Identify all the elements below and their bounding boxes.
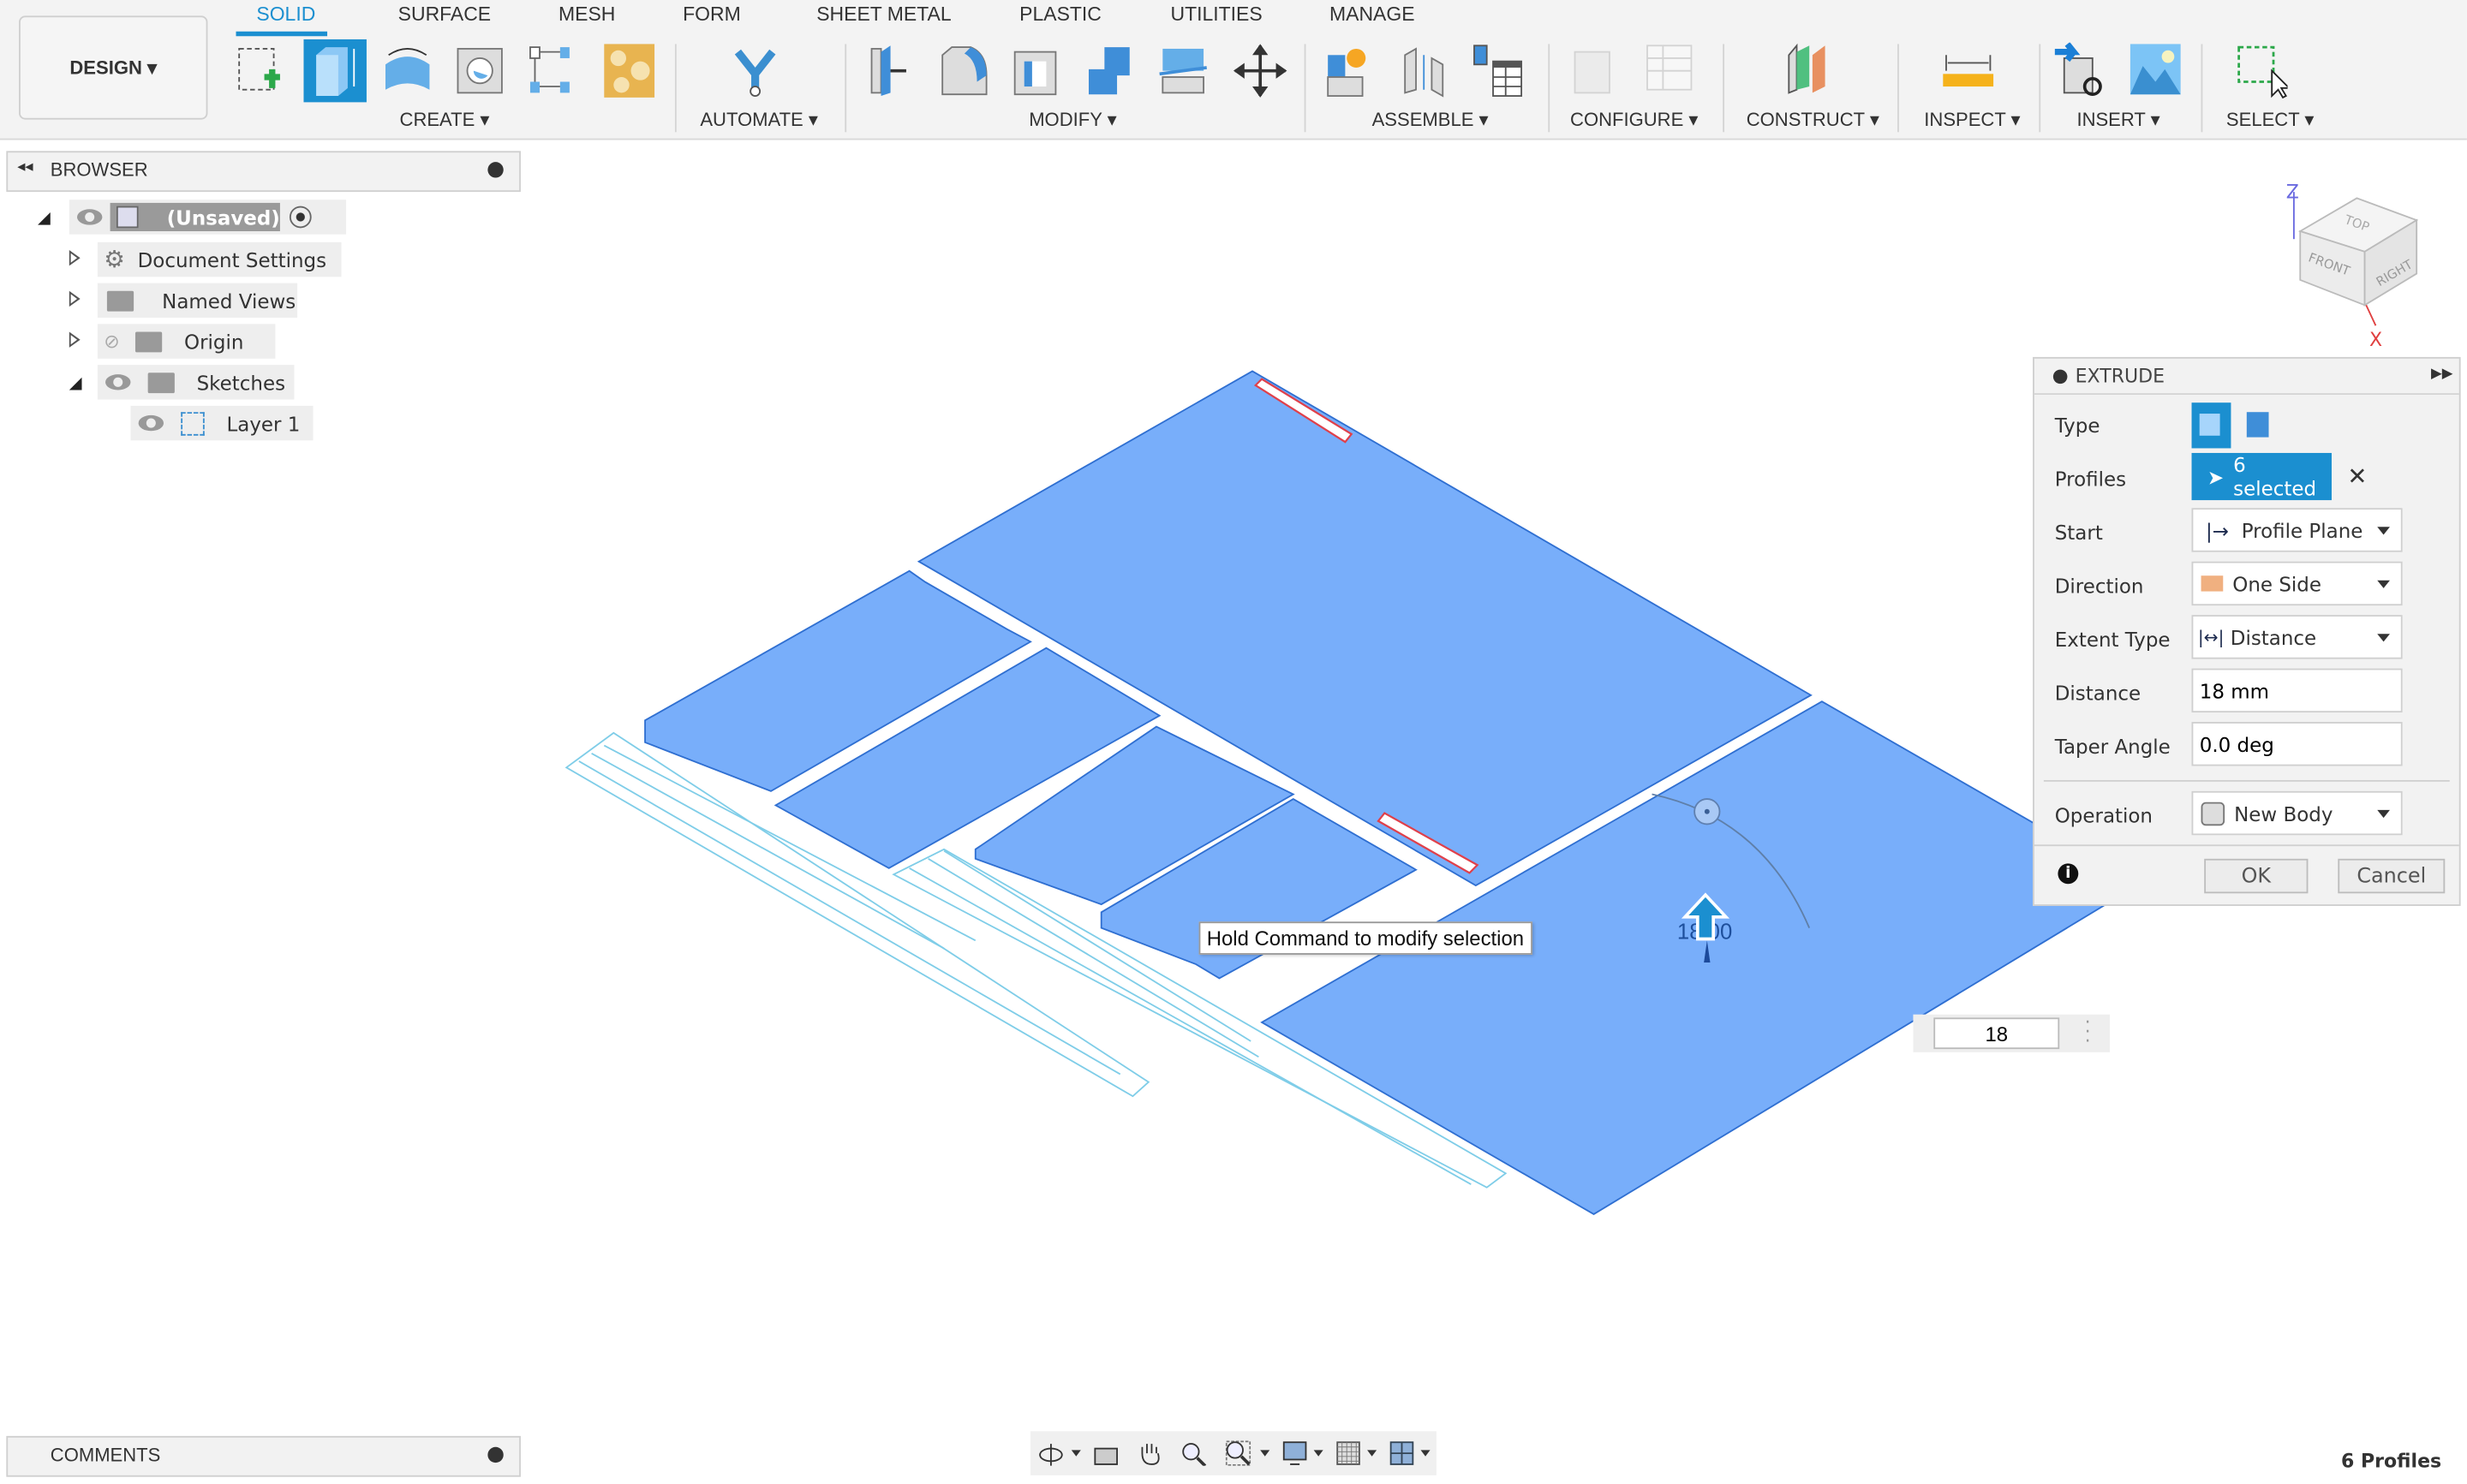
taper-angle-input[interactable] (2191, 722, 2403, 766)
extrude-distance-arrow-icon[interactable] (1681, 891, 1731, 942)
info-icon[interactable]: i (2058, 863, 2079, 885)
operation-label: Operation (2054, 803, 2153, 828)
fusion-window: DESIGN ▾ SOLID SURFACE MESH FORM SHEET M… (0, 0, 2467, 1484)
dialog-header[interactable]: EXTRUDE ▶▶ (2034, 359, 2459, 396)
add-comment-icon[interactable] (487, 1446, 504, 1463)
chevron-down-icon[interactable] (1367, 1450, 1377, 1457)
chevron-down-icon[interactable] (1071, 1450, 1081, 1457)
collapse-dialog-icon[interactable] (2052, 369, 2068, 384)
extent-type-dropdown[interactable]: |↔| Distance (2191, 615, 2403, 659)
more-options-icon[interactable]: · · · (2085, 1013, 2094, 1051)
extrude-dialog: EXTRUDE ▶▶ Type Profiles ➤ 6 selected ✕ … (2033, 356, 2461, 906)
chevron-down-icon[interactable] (1313, 1450, 1323, 1457)
start-dropdown[interactable]: |→ Profile Plane (2191, 508, 2403, 552)
type-label: Type (2054, 414, 2100, 438)
inline-distance-widget: ··· (1913, 1013, 2111, 1052)
chevron-down-icon[interactable] (1420, 1450, 1431, 1457)
distance-label: Distance (2054, 681, 2141, 705)
one-side-icon (2201, 575, 2224, 592)
direction-value: One Side (2232, 571, 2321, 596)
dialog-title: EXTRUDE (2075, 365, 2165, 387)
type-solid-button[interactable] (2191, 402, 2231, 449)
direction-label: Direction (2054, 574, 2144, 598)
viewports-icon[interactable] (1389, 1440, 1414, 1465)
profiles-label: Profiles (2054, 467, 2127, 492)
start-label: Start (2054, 520, 2103, 545)
zoom-icon[interactable] (1181, 1440, 1207, 1466)
taper-angle-label: Taper Angle (2054, 734, 2171, 759)
viewcube[interactable]: TOP FRONT RIGHT Z X (2279, 176, 2436, 349)
profiles-value: 6 selected (2233, 452, 2317, 501)
extent-type-label: Extent Type (2054, 627, 2171, 652)
orbit-icon[interactable] (1038, 1440, 1063, 1466)
look-at-icon[interactable] (1094, 1440, 1119, 1465)
profiles-selection-button[interactable]: ➤ 6 selected (2191, 452, 2332, 501)
clear-selection-icon[interactable]: ✕ (2347, 462, 2367, 491)
expand-dialog-icon[interactable]: ▶▶ (2431, 367, 2452, 382)
zoom-window-icon[interactable] (1225, 1440, 1251, 1466)
chevron-down-icon[interactable] (1260, 1450, 1270, 1457)
distance-input[interactable] (2191, 668, 2403, 713)
comments-panel-header[interactable]: COMMENTS (6, 1435, 521, 1477)
pan-hand-icon[interactable] (1138, 1440, 1162, 1465)
chevron-down-icon (2377, 580, 2390, 588)
chevron-down-icon (2377, 527, 2390, 535)
start-value: Profile Plane (2241, 518, 2363, 542)
divider (2034, 844, 2459, 847)
angle-manipulator-dot (1704, 808, 1710, 814)
display-settings-icon[interactable] (1282, 1440, 1307, 1465)
distance-extent-icon: |↔| (2197, 626, 2225, 647)
inline-distance-input[interactable] (1933, 1017, 2060, 1050)
cancel-button[interactable]: Cancel (2338, 858, 2446, 894)
z-axis-label: Z (2286, 182, 2299, 203)
direction-dropdown[interactable]: One Side (2191, 561, 2403, 606)
grid-icon[interactable] (1335, 1440, 1360, 1465)
type-thin-button[interactable] (2246, 412, 2269, 438)
x-axis (2363, 301, 2377, 326)
operation-dropdown[interactable]: New Body (2191, 790, 2403, 836)
extent-type-value: Distance (2230, 625, 2317, 649)
x-axis-label: X (2369, 330, 2382, 349)
operation-value: New Body (2234, 801, 2333, 825)
divider (2043, 780, 2450, 782)
profile-plane-icon: |→ (2206, 518, 2230, 542)
chevron-down-icon (2377, 809, 2390, 819)
selection-tooltip: Hold Command to modify selection (1198, 921, 1532, 955)
ok-button[interactable]: OK (2204, 858, 2309, 894)
chevron-down-icon (2377, 634, 2390, 642)
status-profiles-count: 6 Profiles (2341, 1450, 2442, 1473)
new-body-icon (2201, 801, 2225, 825)
navigation-bar (1030, 1431, 1437, 1475)
cursor-arrow-icon: ➤ (2207, 464, 2225, 489)
comments-title: COMMENTS (50, 1444, 161, 1466)
